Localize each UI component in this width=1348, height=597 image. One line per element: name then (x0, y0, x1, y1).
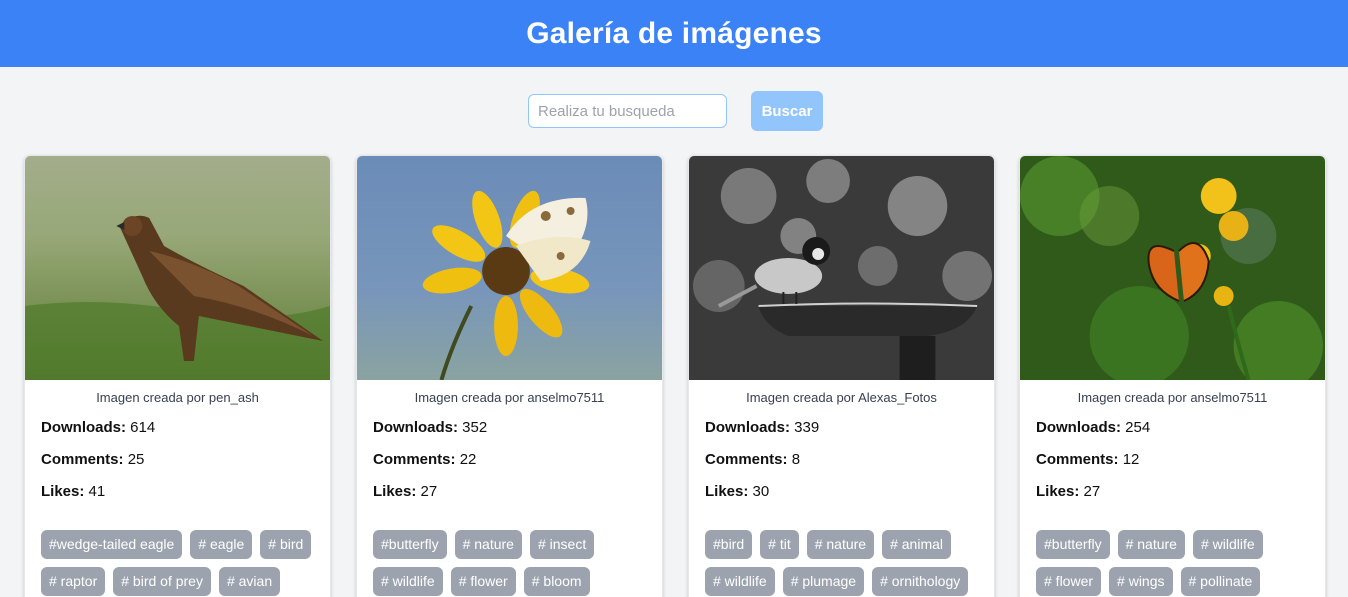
downloads-stat: Downloads: 339 (705, 419, 820, 436)
comments-stat: Comments: 12 (1036, 451, 1140, 468)
tag[interactable]: # wings (1109, 567, 1173, 596)
tag-list: #butterfly # nature # insect # wildlife … (357, 530, 662, 596)
tag[interactable]: # wildlife (373, 567, 443, 596)
app-header: Galería de imágenes (0, 0, 1348, 67)
tag[interactable]: #bird (705, 530, 753, 559)
tag[interactable]: # flower (1036, 567, 1102, 596)
image-credit: Imagen creada por pen_ash (96, 390, 259, 405)
image-eagle[interactable] (25, 156, 330, 380)
tag[interactable]: # eagle (190, 530, 253, 559)
tag[interactable]: # bird of prey (113, 567, 211, 596)
tag-list: #bird # tit # nature # animal # wildlife… (689, 530, 994, 596)
tag-list: #butterfly # nature # wildlife # flower … (1020, 530, 1325, 596)
image-card: Imagen creada por anselmo7511 Downloads:… (356, 155, 663, 597)
downloads-stat: Downloads: 352 (373, 419, 488, 436)
tag[interactable]: # wildlife (705, 567, 775, 596)
downloads-stat: Downloads: 254 (1036, 419, 1151, 436)
tag[interactable]: # nature (806, 530, 875, 559)
tag[interactable]: #butterfly (1036, 530, 1110, 559)
likes-stat: Likes: 27 (373, 483, 438, 500)
page-title: Galería de imágenes (526, 16, 822, 50)
image-card: Imagen creada por pen_ash Downloads: 614… (24, 155, 331, 597)
comments-stat: Comments: 8 (705, 451, 801, 468)
likes-stat: Likes: 41 (41, 483, 106, 500)
image-butterfly-flower[interactable] (357, 156, 662, 380)
likes-stat: Likes: 27 (1036, 483, 1101, 500)
tag[interactable]: # pollinate (1180, 567, 1261, 596)
search-button[interactable]: Buscar (751, 91, 823, 131)
tag[interactable]: # tit (760, 530, 799, 559)
downloads-stat: Downloads: 614 (41, 419, 156, 436)
search-input[interactable] (528, 94, 727, 128)
search-bar: Buscar (0, 91, 1348, 131)
tag[interactable]: #butterfly (373, 530, 447, 559)
tag[interactable]: # insect (529, 530, 595, 559)
image-tit-birdbath[interactable] (689, 156, 994, 380)
tag[interactable]: # nature (1117, 530, 1185, 559)
tag[interactable]: # bird (260, 530, 312, 559)
tag-list: #wedge-tailed eagle # eagle # bird # rap… (25, 530, 330, 596)
image-credit: Imagen creada por anselmo7511 (1077, 390, 1268, 405)
comments-stat: Comments: 25 (41, 451, 145, 468)
image-orange-butterfly[interactable] (1020, 156, 1325, 380)
tag[interactable]: # bloom (523, 567, 590, 596)
tag[interactable]: # animal (882, 530, 952, 559)
tag[interactable]: # plumage (782, 567, 865, 596)
tag[interactable]: # nature (454, 530, 522, 559)
tag[interactable]: # avian (218, 567, 281, 596)
tag[interactable]: #wedge-tailed eagle (41, 530, 183, 559)
image-card: Imagen creada por Alexas_Fotos Downloads… (688, 155, 995, 597)
image-credit: Imagen creada por Alexas_Fotos (746, 390, 937, 405)
image-credit: Imagen creada por anselmo7511 (414, 390, 605, 405)
tag[interactable]: # raptor (41, 567, 106, 596)
comments-stat: Comments: 22 (373, 451, 477, 468)
tag[interactable]: # wildlife (1192, 530, 1263, 559)
image-card: Imagen creada por anselmo7511 Downloads:… (1019, 155, 1326, 597)
tag[interactable]: # ornithology (872, 567, 969, 596)
likes-stat: Likes: 30 (705, 483, 770, 500)
tag[interactable]: # flower (450, 567, 516, 596)
